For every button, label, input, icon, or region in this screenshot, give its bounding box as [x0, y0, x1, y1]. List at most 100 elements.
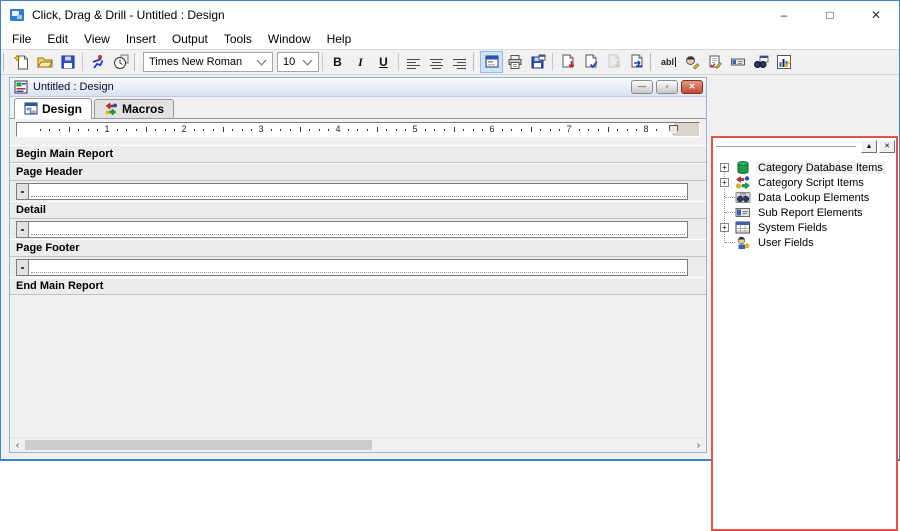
tree-item-category-database-items[interactable]: Category Database Items + — [719, 160, 896, 175]
ruler-tick — [377, 127, 378, 132]
band-row-field[interactable] — [29, 221, 688, 238]
underline-button[interactable]: U — [372, 51, 395, 73]
verify-document-button[interactable] — [579, 51, 602, 73]
design-view-button[interactable] — [480, 51, 503, 73]
field-element-tool-button[interactable] — [726, 51, 749, 73]
ruler-number: 6 — [489, 124, 494, 134]
user-field-tool-button[interactable] — [680, 51, 703, 73]
scroll-right-arrow[interactable]: › — [691, 438, 706, 453]
band-header-detail[interactable]: Detail — [10, 201, 706, 219]
menu-output[interactable]: Output — [164, 30, 216, 48]
tree-connector — [725, 197, 735, 198]
menu-insert[interactable]: Insert — [118, 30, 164, 48]
save-button[interactable] — [56, 51, 79, 73]
menu-tools[interactable]: Tools — [216, 30, 260, 48]
run-report-button[interactable] — [86, 51, 109, 73]
document-restore-button[interactable]: ▫ — [656, 80, 678, 94]
scrollbar-thumb[interactable] — [25, 440, 372, 450]
font-family-select[interactable]: Times New Roman — [143, 52, 273, 72]
tree-item-label: Sub Report Elements — [756, 207, 865, 219]
ruler-tick — [482, 129, 483, 131]
menu-view[interactable]: View — [76, 30, 118, 48]
minimize-button[interactable]: – — [761, 1, 807, 29]
band-row-handle[interactable] — [16, 183, 29, 200]
palette-collapse-button[interactable]: ▲ — [861, 140, 877, 153]
ruler-tick — [59, 129, 60, 131]
script-edit-tool-button[interactable] — [703, 51, 726, 73]
find-element-tool-button[interactable] — [749, 51, 772, 73]
ruler-tick — [473, 129, 474, 131]
ruler-tick — [617, 129, 618, 131]
band-row-handle[interactable] — [16, 221, 29, 238]
menu-file[interactable]: File — [4, 30, 39, 48]
open-button[interactable] — [33, 51, 56, 73]
band-row-field[interactable] — [29, 183, 688, 200]
band-row[interactable] — [10, 219, 706, 239]
import-document-button[interactable] — [625, 51, 648, 73]
align-left-button[interactable] — [402, 51, 425, 73]
chevron-down-icon — [303, 56, 313, 66]
align-center-button[interactable] — [425, 51, 448, 73]
ruler-tick — [454, 127, 455, 132]
tab-design[interactable]: Design — [14, 98, 92, 119]
system-fields-icon — [735, 220, 752, 235]
report-band-area: Begin Main ReportPage Header Detail Page… — [10, 140, 706, 437]
text-label-tool-button[interactable]: abl — [657, 51, 680, 73]
tree-item-label: System Fields — [756, 222, 829, 234]
toolbar-grip[interactable] — [3, 53, 7, 71]
tree-item-data-lookup-elements[interactable]: Data Lookup Elements — [719, 190, 896, 205]
toolbar-separator — [322, 53, 323, 71]
schedule-button[interactable] — [109, 51, 132, 73]
band-header-page-footer[interactable]: Page Footer — [10, 239, 706, 257]
data-lookup-icon — [735, 190, 752, 205]
tree-item-sub-report-elements[interactable]: Sub Report Elements — [719, 205, 896, 220]
ruler-number: 2 — [181, 124, 186, 134]
italic-button[interactable]: I — [349, 51, 372, 73]
toolbar-grip[interactable] — [650, 53, 654, 71]
expand-plus-icon[interactable]: + — [720, 178, 729, 187]
chart-tool-button[interactable] — [772, 51, 795, 73]
band-header-end-main-report[interactable]: End Main Report — [10, 277, 706, 295]
tab-macros[interactable]: Macros — [94, 99, 174, 118]
tab-label: Macros — [122, 102, 164, 116]
new-report-button[interactable] — [10, 51, 33, 73]
band-row[interactable] — [10, 257, 706, 277]
export-disabled-button[interactable] — [602, 51, 625, 73]
ruler-tick — [97, 129, 98, 131]
tree-item-system-fields[interactable]: System Fields + — [719, 220, 896, 235]
font-size-select[interactable]: 10 — [277, 52, 319, 72]
close-button[interactable]: ✕ — [853, 1, 899, 29]
tree-item-category-script-items[interactable]: Category Script Items + — [719, 175, 896, 190]
ruler-tick — [588, 129, 589, 131]
menu-window[interactable]: Window — [260, 30, 319, 48]
band-row-field[interactable] — [29, 259, 688, 276]
toolbar-grip[interactable] — [473, 53, 477, 71]
horizontal-scrollbar[interactable]: ‹ › — [10, 437, 706, 452]
toolbar-grip[interactable] — [134, 53, 138, 71]
document-minimize-button[interactable]: — — [631, 80, 653, 94]
band-row[interactable] — [10, 181, 706, 201]
bold-button[interactable]: B — [326, 51, 349, 73]
ruler-tick — [531, 127, 532, 132]
maximize-button[interactable]: □ — [807, 1, 853, 29]
ruler-tick — [636, 129, 637, 131]
band-header-begin-main-report[interactable]: Begin Main Report — [10, 145, 706, 163]
palette-close-button[interactable]: ✕ — [879, 140, 895, 153]
script-icon — [735, 175, 752, 190]
align-right-button[interactable] — [448, 51, 471, 73]
export-document-button[interactable] — [556, 51, 579, 73]
tree-item-user-fields[interactable]: User Fields — [719, 235, 896, 250]
document-close-button[interactable]: ✕ — [681, 80, 703, 94]
band-header-page-header[interactable]: Page Header — [10, 163, 706, 181]
ruler: 12345678 — [16, 122, 700, 137]
expand-plus-icon[interactable]: + — [720, 163, 729, 172]
expand-plus-icon[interactable]: + — [720, 223, 729, 232]
save-layout-button[interactable] — [526, 51, 549, 73]
scroll-left-arrow[interactable]: ‹ — [10, 438, 25, 453]
menu-help[interactable]: Help — [319, 30, 360, 48]
print-preview-button[interactable] — [503, 51, 526, 73]
menu-edit[interactable]: Edit — [39, 30, 76, 48]
band-row-handle[interactable] — [16, 259, 29, 276]
palette-drag-handle[interactable] — [716, 144, 856, 147]
chevron-down-icon — [257, 56, 267, 66]
